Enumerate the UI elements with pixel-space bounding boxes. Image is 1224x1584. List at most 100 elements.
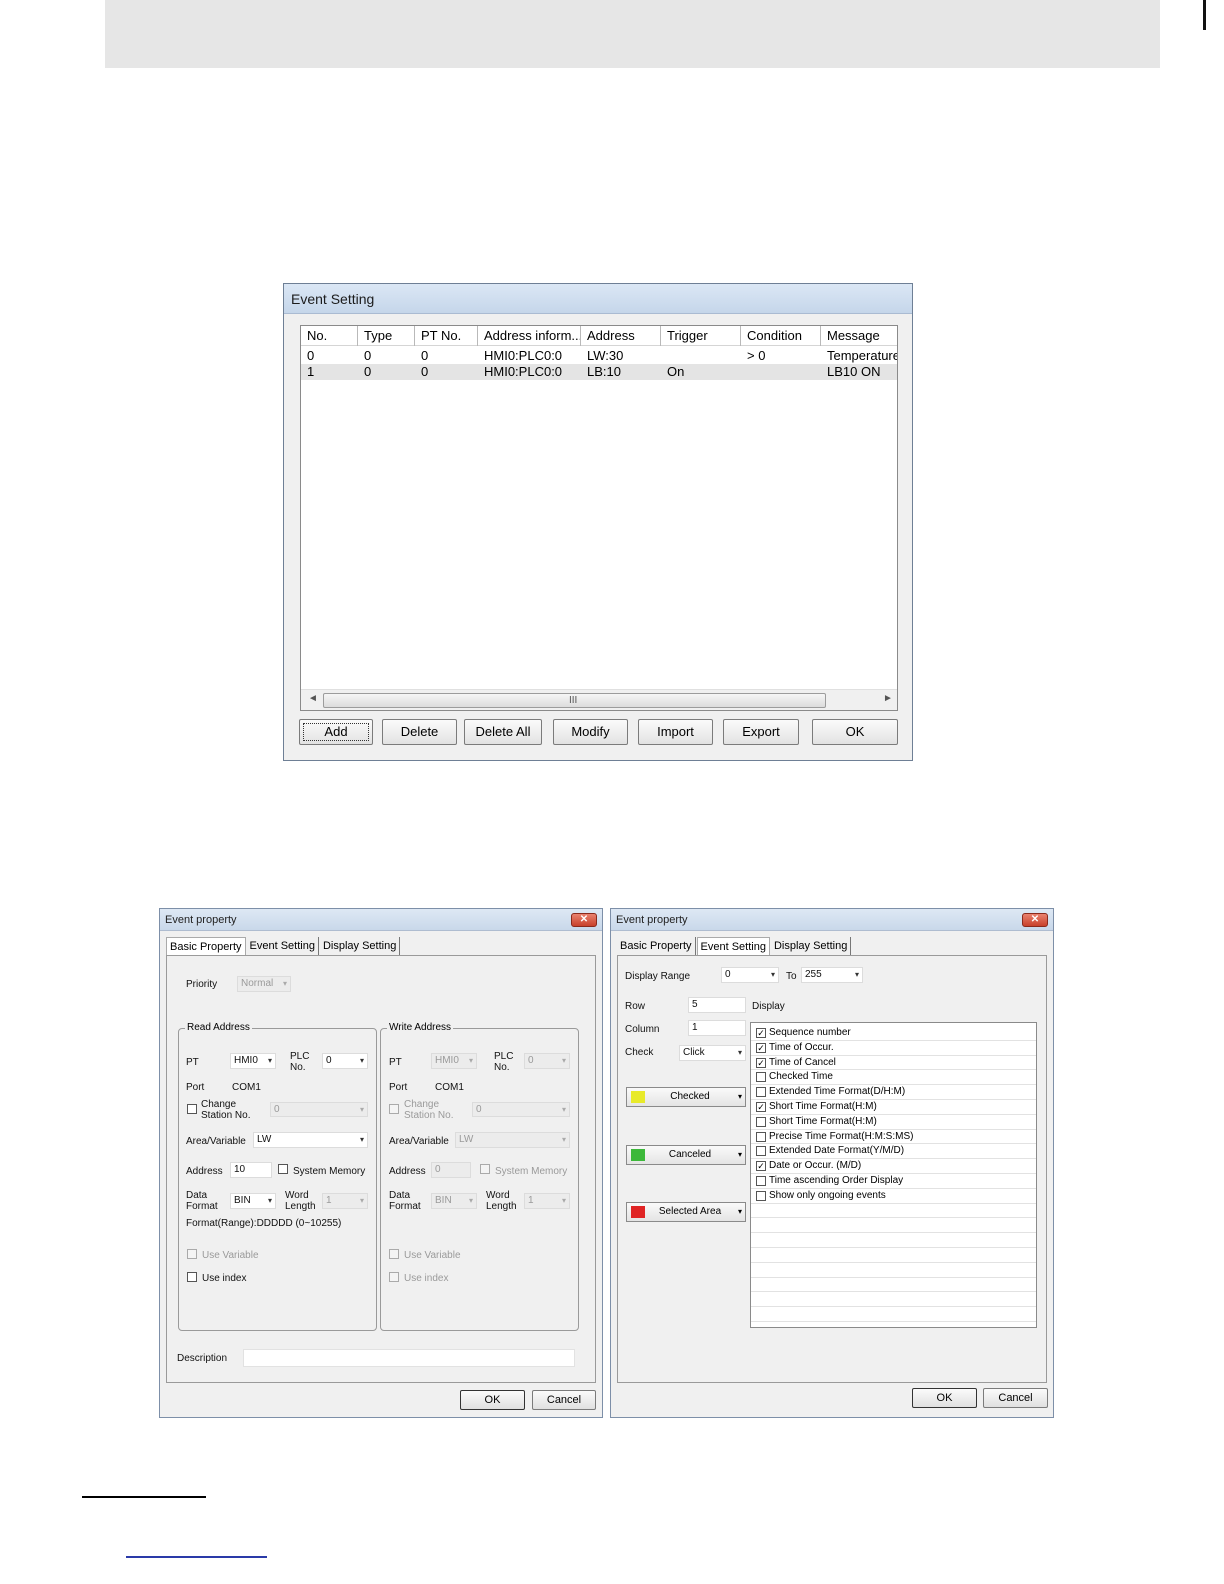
change-station-checkbox[interactable] xyxy=(187,1104,197,1114)
display-option-checkbox[interactable]: ✓ xyxy=(756,1057,766,1068)
use-variable-checkbox[interactable] xyxy=(187,1249,197,1259)
use-variable-checkbox[interactable] xyxy=(389,1249,399,1259)
change-station-checkbox[interactable] xyxy=(389,1104,399,1114)
display-option-empty xyxy=(751,1307,1036,1322)
canceled-color-button[interactable]: Canceled ▾ xyxy=(626,1145,746,1165)
horizontal-scrollbar[interactable]: ◄ III ► xyxy=(301,689,897,710)
display-option[interactable]: ✓ Time of Cancel xyxy=(751,1056,1036,1071)
display-option[interactable]: ✓ Time of Occur. xyxy=(751,1041,1036,1056)
display-option[interactable]: Checked Time xyxy=(751,1070,1036,1086)
cell-message: LB10 ON xyxy=(827,364,881,379)
display-option-checkbox[interactable] xyxy=(756,1131,766,1142)
plc-no-select[interactable]: 0 ▾ xyxy=(524,1053,570,1069)
display-option-checkbox[interactable]: ✓ xyxy=(756,1102,766,1112)
use-index-checkbox[interactable] xyxy=(187,1272,197,1282)
scroll-right-arrow-icon[interactable]: ► xyxy=(883,693,893,704)
display-option[interactable]: ✓ Date or Occur. (M/D) xyxy=(751,1159,1036,1174)
column-value: 1 xyxy=(692,1022,698,1033)
ok-button[interactable]: OK xyxy=(460,1390,525,1410)
table-row[interactable]: 0 0 0 HMI0:PLC0:0 LW:30 > 0 Temperature xyxy=(301,348,897,364)
chevron-down-icon: ▾ xyxy=(737,1207,742,1216)
tab-display-setting[interactable]: Display Setting xyxy=(771,937,852,955)
pt-select[interactable]: HMI0 ▾ xyxy=(431,1053,477,1069)
range-to-select[interactable]: 255 ▾ xyxy=(801,967,863,983)
display-option-checkbox[interactable]: ✓ xyxy=(756,1028,766,1038)
footer-rule xyxy=(82,1496,206,1498)
table-row[interactable]: 1 0 0 HMI0:PLC0:0 LB:10 On LB10 ON xyxy=(301,364,897,380)
column-header-type[interactable]: Type xyxy=(358,326,415,346)
display-option-checkbox[interactable]: ✓ xyxy=(756,1161,766,1172)
display-option-checkbox[interactable]: ✓ xyxy=(756,1042,766,1053)
ok-button[interactable]: OK xyxy=(812,719,898,745)
address-input[interactable]: 10 xyxy=(230,1162,272,1178)
word-length-select[interactable]: 1 ▾ xyxy=(322,1193,368,1209)
range-from-select[interactable]: 0 ▾ xyxy=(721,967,779,983)
display-option[interactable]: Time ascending Order Display xyxy=(751,1174,1036,1189)
display-option[interactable]: Precise Time Format(H:M:S:MS) xyxy=(751,1130,1036,1145)
display-option-empty xyxy=(751,1233,1036,1248)
display-option[interactable]: ✓ Short Time Format(H:M) xyxy=(751,1100,1036,1115)
write-address-group: Write Address PT HMI0 ▾ PLC No. 0 ▾ Port… xyxy=(380,1022,579,1331)
close-icon[interactable]: ✕ xyxy=(1022,913,1048,927)
tab-bar: Basic Property Event Setting Display Set… xyxy=(617,937,852,956)
check-select[interactable]: Click ▾ xyxy=(679,1045,746,1061)
column-header-address-info[interactable]: Address inform... xyxy=(478,326,581,346)
area-variable-select[interactable]: LW ▾ xyxy=(455,1132,570,1148)
export-button[interactable]: Export xyxy=(723,719,799,745)
cancel-button[interactable]: Cancel xyxy=(532,1390,596,1410)
display-option-checkbox[interactable] xyxy=(756,1176,766,1186)
plc-no-select[interactable]: 0 ▾ xyxy=(322,1053,368,1069)
event-list[interactable]: No. Type PT No. Address inform... Addres… xyxy=(300,325,898,711)
scroll-left-arrow-icon[interactable]: ◄ xyxy=(308,693,318,704)
display-option-checkbox[interactable] xyxy=(756,1190,766,1201)
use-index-checkbox[interactable] xyxy=(389,1272,399,1282)
display-option[interactable]: Show only ongoing events xyxy=(751,1189,1036,1204)
checked-color-button[interactable]: Checked ▾ xyxy=(626,1087,746,1107)
description-input[interactable] xyxy=(243,1349,575,1367)
priority-select[interactable]: Normal ▾ xyxy=(237,976,291,992)
display-option[interactable]: ✓ Sequence number xyxy=(751,1026,1036,1041)
tab-basic-property[interactable]: Basic Property xyxy=(617,937,696,955)
column-header-address[interactable]: Address xyxy=(581,326,661,346)
display-option-checkbox[interactable] xyxy=(756,1072,766,1083)
pt-select[interactable]: HMI0 ▾ xyxy=(230,1053,276,1069)
tab-basic-property[interactable]: Basic Property xyxy=(166,937,246,956)
column-header-pt-no[interactable]: PT No. xyxy=(415,326,478,346)
data-format-select[interactable]: BIN ▾ xyxy=(230,1193,276,1209)
delete-all-button[interactable]: Delete All xyxy=(464,719,542,745)
display-items-list[interactable]: ✓ Sequence number ✓ Time of Occur. ✓ Time of … xyxy=(750,1022,1037,1328)
cancel-button[interactable]: Cancel xyxy=(983,1388,1048,1408)
word-length-select[interactable]: 1 ▾ xyxy=(524,1193,570,1209)
modify-button[interactable]: Modify xyxy=(553,719,628,745)
area-variable-select[interactable]: LW ▾ xyxy=(253,1132,368,1148)
column-header-no[interactable]: No. xyxy=(301,326,358,346)
column-input[interactable]: 1 xyxy=(688,1020,746,1036)
import-button[interactable]: Import xyxy=(638,719,713,745)
system-memory-checkbox[interactable] xyxy=(278,1164,288,1174)
station-no-select[interactable]: 0 ▾ xyxy=(472,1102,570,1117)
column-header-trigger[interactable]: Trigger xyxy=(661,326,741,346)
tab-display-setting[interactable]: Display Setting xyxy=(320,937,401,955)
column-header-message[interactable]: Message xyxy=(821,326,897,346)
display-option-checkbox[interactable] xyxy=(756,1116,766,1127)
close-icon[interactable]: ✕ xyxy=(571,913,597,927)
station-no-select[interactable]: 0 ▾ xyxy=(270,1102,368,1117)
delete-button[interactable]: Delete xyxy=(382,719,457,745)
system-memory-checkbox[interactable] xyxy=(480,1164,490,1174)
address-input[interactable]: 0 xyxy=(431,1162,471,1178)
display-option-label: Sequence number xyxy=(769,1027,851,1038)
ok-button[interactable]: OK xyxy=(912,1388,977,1408)
tab-event-setting[interactable]: Event Setting xyxy=(696,937,770,956)
display-option-checkbox[interactable] xyxy=(756,1087,766,1098)
display-option[interactable]: Short Time Format(H:M) xyxy=(751,1115,1036,1130)
data-format-select[interactable]: BIN ▾ xyxy=(431,1193,477,1209)
column-header-condition[interactable]: Condition xyxy=(741,326,821,346)
selected-area-color-button[interactable]: Selected Area ▾ xyxy=(626,1202,746,1222)
display-option[interactable]: Extended Time Format(D/H:M) xyxy=(751,1085,1036,1100)
display-option[interactable]: Extended Date Format(Y/M/D) xyxy=(751,1144,1036,1160)
row-input[interactable]: 5 xyxy=(688,997,746,1013)
tab-event-setting[interactable]: Event Setting xyxy=(247,937,319,955)
display-option-checkbox[interactable] xyxy=(756,1146,766,1157)
scroll-thumb[interactable]: III xyxy=(323,693,826,708)
add-button[interactable]: Add xyxy=(299,719,373,745)
